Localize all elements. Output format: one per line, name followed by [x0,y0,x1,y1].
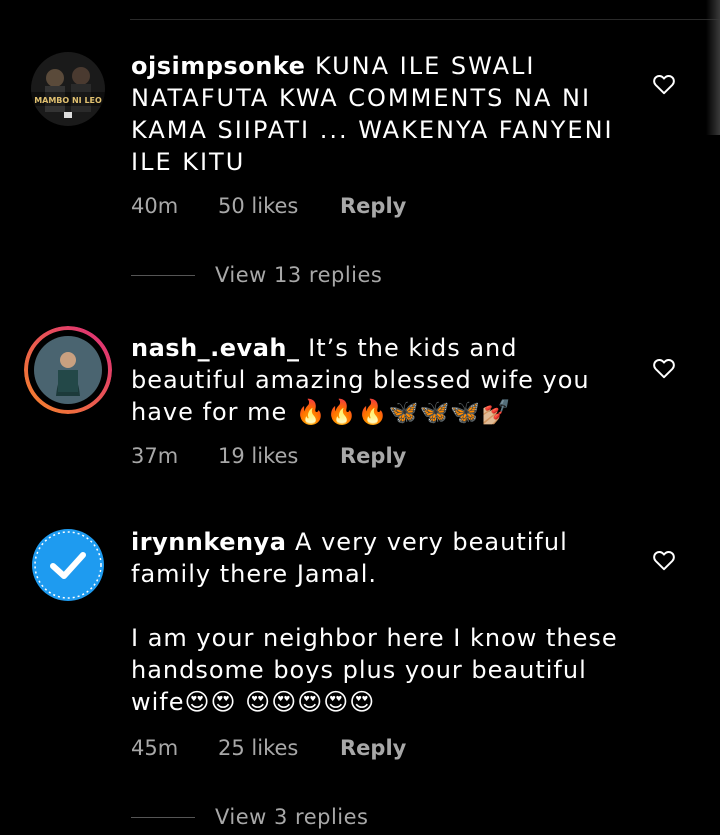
edge-shadow [706,0,720,135]
comment-text: irynnkenya A very very beautiful family … [131,526,631,718]
replies-divider [131,274,195,276]
replies-divider [131,816,195,818]
comment-username[interactable]: ojsimpsonke [131,52,305,80]
avatar[interactable]: MAMBO NI LEO [31,52,105,126]
reply-button[interactable]: Reply [340,736,406,760]
comment-meta: 37m 19 likes Reply [131,444,406,468]
comment-content: A very very beautiful family there Jamal… [131,528,618,716]
comment-meta: 40m 50 likes Reply [131,194,406,218]
avatar[interactable] [31,528,105,602]
comment-likes[interactable]: 25 likes [218,736,340,760]
avatar-logo-text: MAMBO NI LEO [34,96,102,105]
comment-time: 45m [131,736,179,760]
view-replies-button[interactable]: View 3 replies [131,802,369,832]
reply-button[interactable]: Reply [340,194,406,218]
comment-username[interactable]: irynnkenya [131,528,286,556]
comment-time: 37m [131,444,179,468]
reply-button[interactable]: Reply [340,444,406,468]
comment-username[interactable]: nash_.evah_ [131,334,299,362]
avatar[interactable] [24,326,112,414]
heart-outline-icon[interactable] [651,547,677,573]
heart-outline-icon[interactable] [651,355,677,381]
view-replies-label: View 3 replies [215,805,369,829]
comment-text: ojsimpsonke KUNA ILE SWALI NATAFUTA KWA … [131,50,631,178]
heart-outline-icon[interactable] [651,71,677,97]
top-divider [130,19,720,20]
comment-likes[interactable]: 19 likes [218,444,340,468]
comment-likes[interactable]: 50 likes [218,194,340,218]
comment-meta: 45m 25 likes Reply [131,736,406,760]
view-replies-label: View 13 replies [215,263,383,287]
comment-time: 40m [131,194,179,218]
view-replies-button[interactable]: View 13 replies [131,260,382,290]
checkmark-badge-icon [32,529,104,601]
comment-text: nash_.evah_ It’s the kids and beautiful … [131,332,631,428]
